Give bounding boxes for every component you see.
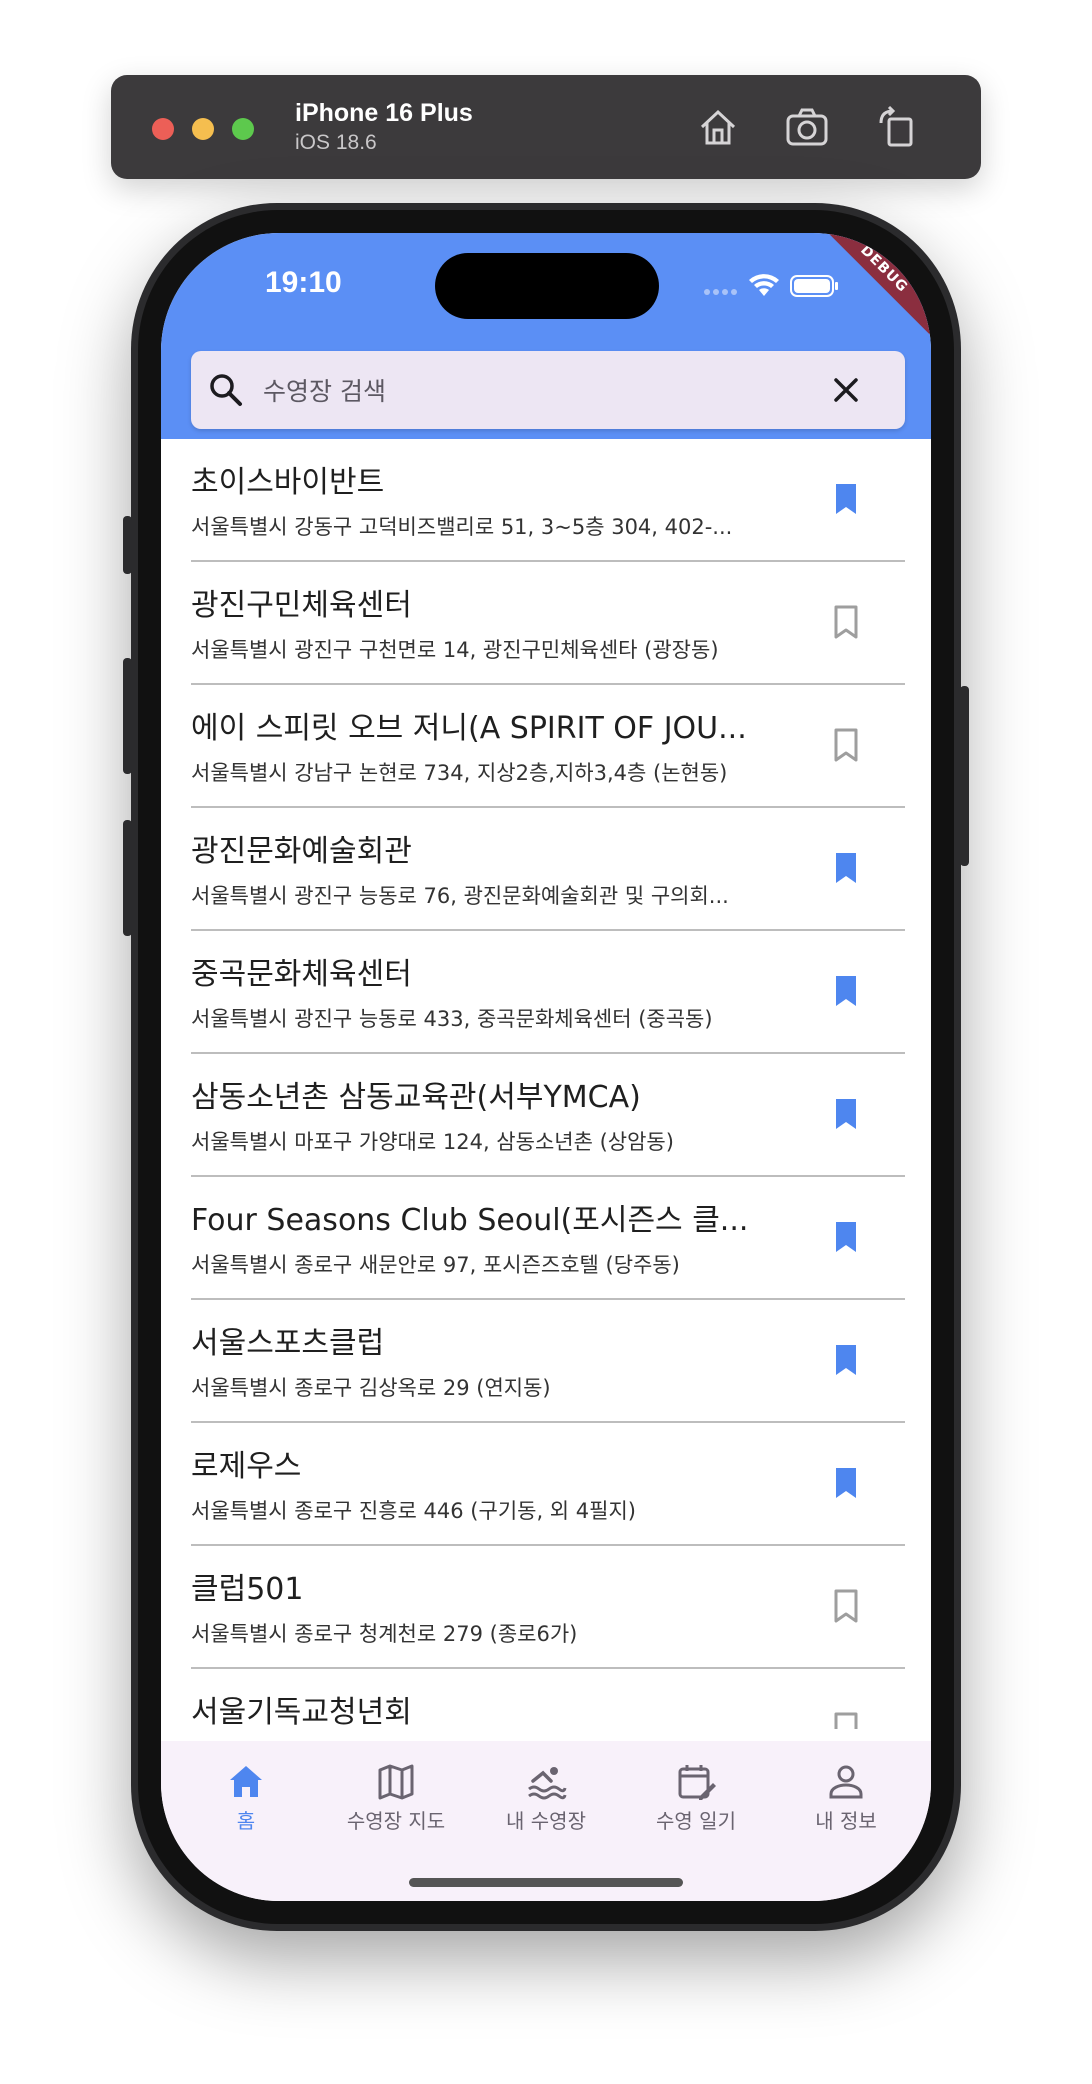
pool-address: 서울특별시 광진구 구천면로 14, 광진구민체육센타 (광장동) — [191, 638, 719, 662]
calendar-edit-icon — [678, 1765, 716, 1800]
pool-name: 삼동소년촌 삼동교육관(서부YMCA) — [191, 1080, 641, 1115]
pool-name: 로제우스 — [191, 1449, 302, 1484]
simulator-toolbar: iPhone 16 Plus iOS 18.6 — [111, 75, 981, 179]
nav-label: 수영 일기 — [656, 1809, 736, 1833]
pool-address: 서울특별시 마포구 가양대로 124, 삼동소년촌 (상암동) — [191, 1130, 674, 1154]
battery-icon — [790, 275, 838, 297]
pool-list-item[interactable]: 서울스포츠클럽서울특별시 종로구 김상옥로 29 (연지동) — [191, 1300, 905, 1423]
dynamic-island — [435, 253, 659, 319]
status-time: 19:10 — [265, 266, 342, 299]
pool-list-item[interactable]: 초이스바이반트서울특별시 강동구 고덕비즈밸리로 51, 3~5층 304, 4… — [191, 439, 905, 562]
pool-name: 서울스포츠클럽 — [191, 1326, 385, 1361]
pool-address: 서울특별시 강동구 고덕비즈밸리로 51, 3~5층 304, 402-... — [191, 515, 733, 539]
close-window-button[interactable] — [152, 118, 174, 140]
home-icon[interactable] — [694, 103, 742, 151]
nav-my-info[interactable]: 내 정보 — [771, 1753, 921, 1853]
pool-address: 서울특별시 광진구 능동로 433, 중곡문화체육센터 (중곡동) — [191, 1007, 713, 1031]
pool-name: 광진문화예술회관 — [191, 834, 412, 869]
clear-icon[interactable] — [827, 371, 865, 409]
pool-list-item[interactable]: 중곡문화체육센터서울특별시 광진구 능동로 433, 중곡문화체육센터 (중곡동… — [191, 931, 905, 1054]
pool-list-item[interactable]: 서울기독교청년회서울특별시 종로구 종로 69 (종로2가) — [191, 1669, 905, 1729]
volume-down-button — [123, 820, 132, 936]
app-screen: 19:10 DEBUG 수영장 검색 초이스바이반트 서울특별시 강동구 고덕비… — [161, 233, 931, 1901]
pool-name: Four Seasons Club Seoul(포시즌스 클... — [191, 1203, 749, 1238]
pool-address: 서울특별시 종로구 김상옥로 29 (연지동) — [191, 1376, 551, 1400]
bookmark-filled-icon[interactable] — [829, 481, 863, 517]
device-name: iPhone 16 Plus — [295, 99, 473, 127]
signal-icon — [704, 289, 737, 295]
volume-up-button — [123, 658, 132, 774]
pool-list-item[interactable]: 광진구민체육센터서울특별시 광진구 구천면로 14, 광진구민체육센타 (광장동… — [191, 562, 905, 685]
app-bar: 19:10 DEBUG — [161, 233, 931, 439]
bookmark-outline-icon[interactable] — [829, 727, 863, 763]
pool-address: 서울특별시 강남구 논현로 734, 지상2층,지하3,4층 (논현동) — [191, 761, 728, 785]
pool-name: 에이 스피릿 오브 저니(A SPIRIT OF JOU... — [191, 711, 747, 746]
pool-address: 서울특별시 종로구 새문안로 97, 포시즌즈호텔 (당주동) — [191, 1253, 680, 1277]
screenshot-icon[interactable] — [783, 103, 831, 151]
bookmark-outline-icon[interactable] — [829, 1588, 863, 1624]
nav-label: 내 정보 — [815, 1809, 877, 1833]
action-button — [123, 516, 132, 574]
home-indicator — [409, 1878, 683, 1887]
bookmark-filled-icon[interactable] — [829, 850, 863, 886]
swimming-icon — [528, 1767, 567, 1800]
bookmark-filled-icon[interactable] — [829, 1096, 863, 1132]
pool-address: 서울특별시 종로구 청계천로 279 (종로6가) — [191, 1622, 578, 1646]
nav-swim-diary[interactable]: 수영 일기 — [621, 1753, 771, 1853]
nav-pool-map[interactable]: 수영장 지도 — [321, 1753, 471, 1853]
search-icon — [210, 374, 242, 406]
pool-name: 광진구민체육센터 — [191, 588, 412, 623]
search-bar — [191, 351, 905, 429]
pool-list-item[interactable]: 에이 스피릿 오브 저니(A SPIRIT OF JOU... 서울특별시 강남구… — [191, 685, 905, 808]
pool-name: 초이스바이반트 — [191, 465, 385, 500]
pool-name: 서울기독교청년회 — [191, 1695, 412, 1729]
bottom-navigation: 홈 수영장 지도 내 수영장 수영 일기 내 정보 — [161, 1741, 931, 1901]
nav-label: 홈 — [236, 1809, 256, 1833]
nav-home[interactable]: 홈 — [171, 1753, 321, 1853]
bookmark-filled-icon[interactable] — [829, 1342, 863, 1378]
zoom-window-button[interactable] — [232, 118, 254, 140]
home-icon — [230, 1766, 262, 1797]
pool-list-item[interactable]: Four Seasons Club Seoul(포시즌스 클... 서울특별시 종… — [191, 1177, 905, 1300]
person-icon — [829, 1765, 863, 1799]
bookmark-filled-icon[interactable] — [829, 1465, 863, 1501]
minimize-window-button[interactable] — [192, 118, 214, 140]
pool-address: 서울특별시 종로구 진흥로 446 (구기동, 외 4필지) — [191, 1499, 636, 1523]
rotate-icon[interactable] — [873, 103, 921, 151]
pool-list-item[interactable]: 삼동소년촌 삼동교육관(서부YMCA) 서울특별시 마포구 가양대로 124, 삼… — [191, 1054, 905, 1177]
bookmark-filled-icon[interactable] — [829, 973, 863, 1009]
nav-label: 수영장 지도 — [346, 1809, 446, 1833]
bookmark-outline-icon[interactable] — [829, 604, 863, 640]
wifi-icon — [749, 274, 779, 296]
pool-list: 초이스바이반트서울특별시 강동구 고덕비즈밸리로 51, 3~5층 304, 4… — [191, 439, 905, 1729]
bookmark-filled-icon[interactable] — [829, 1219, 863, 1255]
map-icon — [378, 1764, 414, 1800]
pool-name: 중곡문화체육센터 — [191, 957, 412, 992]
bookmark-outline-icon[interactable] — [829, 1711, 863, 1729]
pool-list-item[interactable]: 클럽501 서울특별시 종로구 청계천로 279 (종로6가) — [191, 1546, 905, 1669]
status-icons — [701, 270, 841, 304]
nav-my-pool[interactable]: 내 수영장 — [471, 1753, 621, 1853]
pool-address: 서울특별시 광진구 능동로 76, 광진문화예술회관 및 구의회... — [191, 884, 729, 908]
pool-list-item[interactable]: 로제우스서울특별시 종로구 진흥로 446 (구기동, 외 4필지) — [191, 1423, 905, 1546]
search-input[interactable] — [261, 367, 825, 415]
pool-list-item[interactable]: 광진문화예술회관서울특별시 광진구 능동로 76, 광진문화예술회관 및 구의회… — [191, 808, 905, 931]
power-button — [960, 686, 969, 866]
os-version: iOS 18.6 — [295, 131, 377, 154]
pool-name: 클럽501 — [191, 1572, 304, 1607]
nav-label: 내 수영장 — [506, 1809, 586, 1833]
